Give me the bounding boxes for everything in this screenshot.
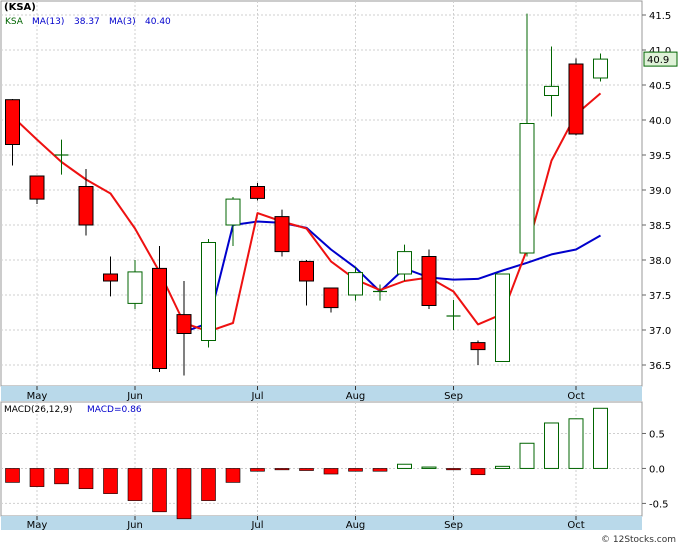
macd-bar xyxy=(568,418,584,469)
macd-x-tick-label: Aug xyxy=(346,520,366,531)
price-x-tick-label: Sep xyxy=(444,391,463,402)
macd-bar xyxy=(446,468,461,471)
macd-x-tick-label: Jul xyxy=(250,520,263,531)
price-x-axis-band xyxy=(1,386,642,401)
macd-x-axis-band xyxy=(1,516,642,530)
candle-body xyxy=(176,314,192,335)
macd-bar xyxy=(593,407,608,469)
macd-bar xyxy=(397,463,412,469)
candle-body xyxy=(250,186,265,199)
price-y-tick-label: 40.5 xyxy=(649,81,671,92)
price-x-tick-label: Aug xyxy=(346,391,366,402)
macd-bar xyxy=(495,465,510,469)
price-x-tick-label: Jun xyxy=(126,391,143,402)
macd-title: MACD(26,12,9) xyxy=(4,405,72,415)
price-plot-frame xyxy=(0,0,643,387)
candle-body xyxy=(421,256,437,306)
macd-bar xyxy=(544,422,559,469)
macd-bar xyxy=(176,468,192,520)
price-panel: 36.537.037.538.038.539.039.540.040.541.0… xyxy=(0,0,678,402)
macd-value-label: MACD=0.86 xyxy=(87,405,142,415)
macd-bar xyxy=(78,468,94,490)
candle-body xyxy=(544,85,559,97)
macd-x-tick-label: Jun xyxy=(126,520,143,531)
macd-bar xyxy=(250,468,265,472)
price-y-tick-label: 37.0 xyxy=(649,326,671,337)
legend-ma13-value: 38.37 xyxy=(74,17,100,27)
macd-bar xyxy=(54,468,69,485)
candle-body xyxy=(519,123,535,254)
price-y-tick-label: 39.0 xyxy=(649,186,671,197)
price-y-tick-label: 41.5 xyxy=(649,11,671,22)
candle-body xyxy=(568,63,584,135)
macd-bar xyxy=(519,442,535,469)
candle-body xyxy=(593,58,608,79)
candle xyxy=(274,209,290,257)
legend-ma13-label: MA(13) xyxy=(32,17,64,27)
macd-bar xyxy=(470,468,486,476)
price-x-tick-label: May xyxy=(27,391,48,402)
price-x-tick-label: Oct xyxy=(567,391,584,402)
macd-y-tick-label: 0.5 xyxy=(649,429,665,440)
stock-chart: 36.537.037.538.038.539.039.540.040.541.0… xyxy=(0,0,680,546)
price-x-tick-label: Jul xyxy=(250,391,263,402)
macd-bar xyxy=(299,468,314,471)
candle-body xyxy=(78,186,94,226)
macd-x-tick-label: Sep xyxy=(444,520,463,531)
watermark: © 12Stocks.com xyxy=(601,535,676,545)
candle-body xyxy=(274,216,290,253)
macd-x-tick-label: May xyxy=(27,520,48,531)
macd-bar xyxy=(372,468,388,472)
chart-title: (KSA) xyxy=(4,2,36,13)
last-price-marker: 40.9 xyxy=(643,51,678,67)
price-y-tick-label: 36.5 xyxy=(649,361,671,372)
candle xyxy=(495,273,510,362)
candle-body xyxy=(152,267,167,369)
candle xyxy=(421,249,437,309)
macd-bar xyxy=(274,468,290,471)
legend-symbol: KSA xyxy=(5,17,24,27)
candle-body xyxy=(29,175,45,200)
candle-body xyxy=(103,273,118,282)
legend-ma3-value: 40.40 xyxy=(145,17,171,27)
last-price-label: 40.9 xyxy=(647,55,669,66)
candle xyxy=(568,58,584,136)
macd-bar xyxy=(225,468,241,483)
macd-y-tick-label: 0.0 xyxy=(649,464,665,475)
macd-y-tick-label: -0.5 xyxy=(649,499,669,510)
legend-ma3-label: MA(3) xyxy=(109,17,136,27)
macd-bar xyxy=(348,468,363,472)
candle-body xyxy=(299,260,314,282)
macd-bar xyxy=(5,468,20,483)
macd-bar xyxy=(421,466,437,469)
candle-body xyxy=(127,271,143,304)
candle-body xyxy=(323,287,339,309)
candle-body xyxy=(348,272,363,296)
price-y-tick-label: 38.5 xyxy=(649,221,671,232)
macd-bar xyxy=(201,468,216,501)
candle-body xyxy=(470,342,486,351)
candle-body xyxy=(201,242,216,341)
candle-body xyxy=(5,99,20,145)
macd-x-tick-label: Oct xyxy=(567,520,584,531)
candle-body xyxy=(397,251,412,275)
macd-bar xyxy=(323,468,339,475)
macd-panel: -0.5 0.0 0.5 May Jun Jul Aug Sep Oct MACD(26,12… xyxy=(0,401,669,531)
price-y-tick-label: 38.0 xyxy=(649,256,671,267)
candle xyxy=(201,239,216,348)
macd-bar xyxy=(152,468,167,513)
macd-bar xyxy=(29,468,45,487)
price-y-tick-label: 37.5 xyxy=(649,291,671,302)
price-y-tick-label: 40.0 xyxy=(649,116,671,127)
macd-bar xyxy=(127,468,143,501)
candle-body xyxy=(225,198,241,226)
price-y-tick-label: 39.5 xyxy=(649,151,671,162)
candle-body xyxy=(495,273,510,362)
macd-bar xyxy=(103,468,118,494)
